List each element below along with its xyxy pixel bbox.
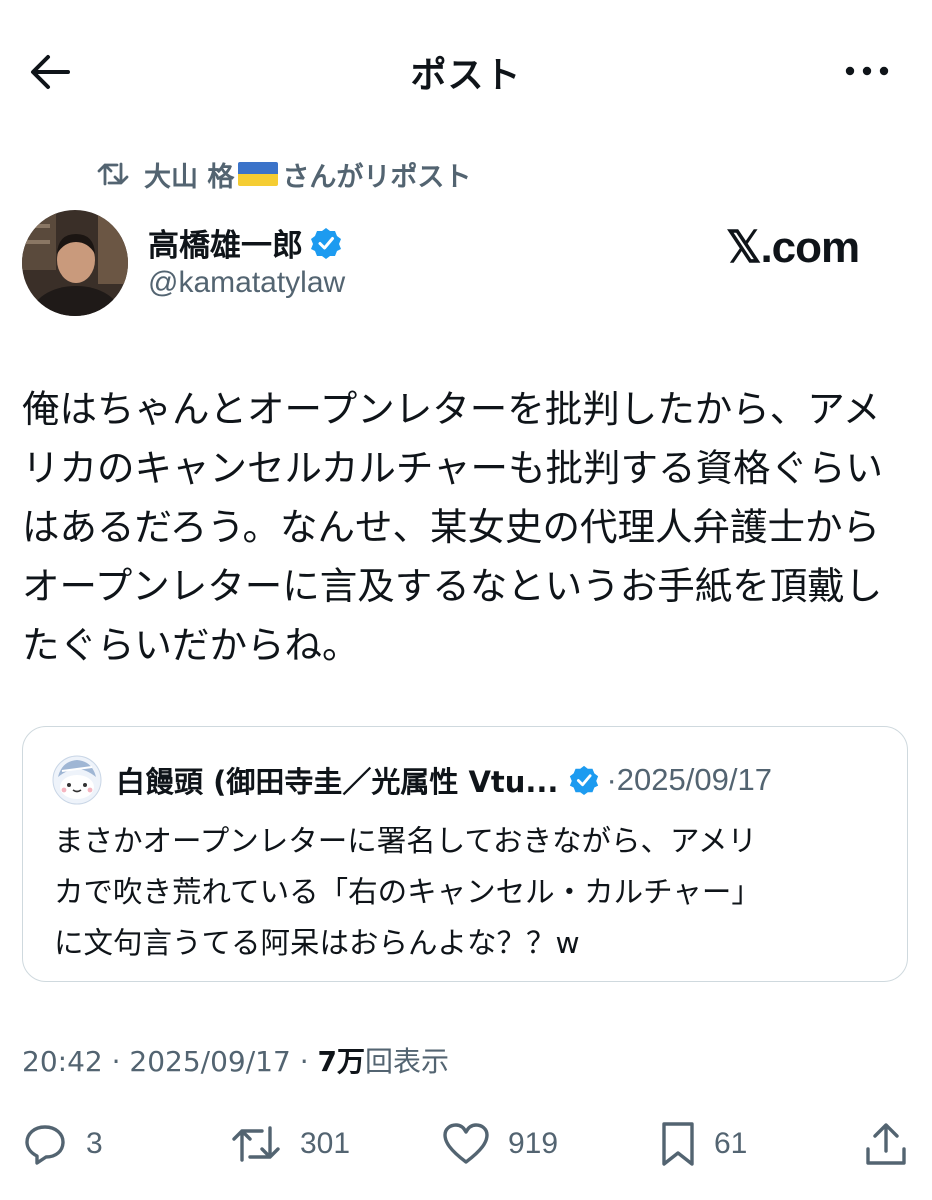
author-avatar[interactable] [22,210,128,316]
reposter-name: 大山 格 [144,161,235,193]
x-com-watermark: 𝕏.com [726,223,860,272]
share-button[interactable] [864,1120,926,1168]
quoted-text: まさかオープンレターに署名しておきながら、アメリ カで吹き荒れている「右のキャン… [54,824,761,960]
reply-icon [25,1125,65,1165]
repost-suffix: さんがリポスト [282,161,472,193]
like-count: 919 [508,1127,559,1160]
share-icon [866,1123,906,1165]
verified-badge-icon [311,227,341,259]
quoted-author-name: 白饅頭 (御田寺圭／光属性 Vtu... [116,765,559,799]
reply-count: 3 [86,1127,103,1160]
retweet-count: 301 [300,1127,351,1160]
retweet-icon [232,1126,280,1162]
verified-badge-icon [570,765,599,796]
post-time: 20:42 [22,1045,103,1078]
page-title: ポスト [410,55,522,96]
post-text: 俺はちゃんとオープンレターを批判したから、アメ リカのキャンセルカルチャーも批判… [22,387,883,667]
post-date: 2025/09/17 [129,1045,291,1078]
author-name: 高橋雄一郎 [148,228,303,264]
quoted-separator: · [606,762,617,797]
bookmark-button[interactable]: 61 [660,1120,747,1168]
meta-separator: · [299,1045,318,1078]
more-icon [845,66,889,76]
quoted-avatar [52,755,102,805]
like-button[interactable]: 919 [442,1120,558,1168]
repost-icon [97,162,129,186]
reply-button[interactable]: 3 [22,1120,103,1168]
author-handle[interactable]: @kamatatylaw [148,266,345,300]
quoted-date: 2025/09/17 [616,762,772,797]
views-label: 回表示 [365,1045,450,1078]
meta-separator: · [111,1045,130,1078]
heart-icon [443,1123,489,1164]
bookmark-icon [662,1122,694,1166]
more-button[interactable] [842,58,892,84]
reposted-by[interactable]: 大山 格 さんがリポスト [96,154,471,194]
quoted-post-header: 白饅頭 (御田寺圭／光属性 Vtu... · 2025/09/17 [52,754,772,806]
views-count: 7万 [317,1045,366,1078]
author-name-row[interactable]: 高橋雄一郎 [148,220,343,265]
post-meta: 20:42 · 2025/09/17 · 7万回表示 [22,1040,449,1080]
bookmark-count: 61 [714,1127,748,1160]
ukraine-flag-icon [238,162,279,186]
retweet-button[interactable]: 301 [230,1120,350,1168]
